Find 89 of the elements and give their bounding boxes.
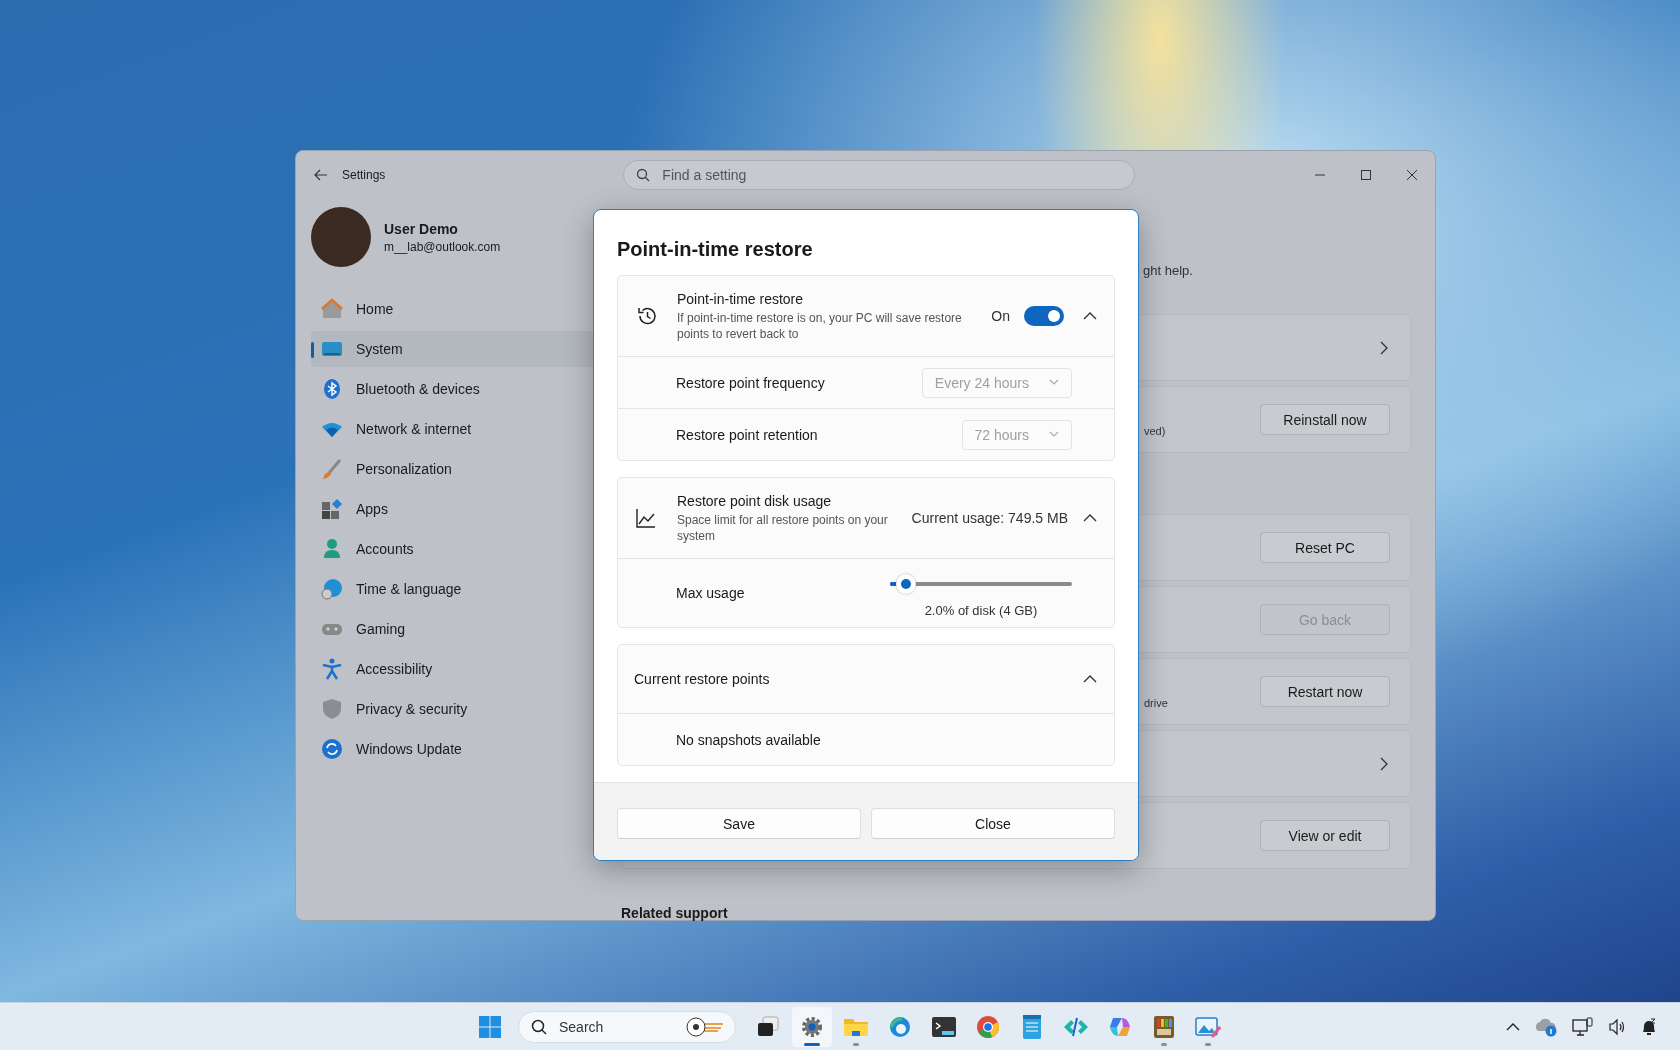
nav-item[interactable]: Apps (311, 491, 593, 527)
chevron-right-icon[interactable] (1380, 756, 1388, 771)
toggle-state-label: On (991, 308, 1010, 324)
chevron-up-icon[interactable] (1506, 1021, 1520, 1032)
accessibility-icon (321, 658, 343, 680)
setting-description: ved) (1144, 424, 1166, 437)
person-icon (321, 538, 343, 560)
setting-title: Restore point disk usage (677, 492, 833, 509)
nav-item[interactable]: Accessibility (311, 651, 593, 687)
nav-item[interactable]: Time & language (311, 571, 593, 607)
cloud-info-icon[interactable] (1534, 1016, 1558, 1037)
speaker-icon[interactable] (1608, 1017, 1626, 1036)
user-email: m__lab@outlook.com (384, 239, 501, 254)
user-name: User Demo (384, 220, 459, 237)
action-button[interactable]: Reinstall now (1260, 404, 1390, 435)
striped-app-icon (1153, 1014, 1175, 1039)
action-button[interactable]: Reset PC (1260, 532, 1390, 563)
section-title: Current restore points (634, 671, 771, 687)
toggle-switch[interactable] (1024, 306, 1064, 326)
bluetooth-icon (321, 378, 343, 400)
apps-icon (321, 498, 343, 520)
line-chart-icon (636, 508, 656, 528)
search-placeholder: Search (559, 1018, 604, 1035)
running-indicator (1161, 1042, 1167, 1046)
slider-thumb[interactable] (896, 574, 917, 594)
chevron-down-icon (1049, 431, 1059, 438)
nav-item[interactable]: Privacy & security (311, 691, 593, 727)
nav-item[interactable]: Bluetooth & devices (311, 371, 593, 407)
close-icon[interactable] (1406, 169, 1418, 181)
chevron-up-icon[interactable] (1082, 512, 1098, 524)
dialog-button[interactable]: Save (617, 808, 861, 839)
nav-item[interactable]: Personalization (311, 451, 593, 487)
bell-sleep-icon[interactable] (1640, 1016, 1658, 1037)
window-title: Settings (342, 168, 386, 182)
search-placeholder: Find a setting (662, 167, 747, 183)
slider[interactable] (890, 574, 1072, 594)
setting-label: Restore point retention (676, 426, 818, 443)
section-heading: Related support (621, 905, 729, 921)
back-arrow-icon[interactable] (314, 169, 328, 181)
setting-description: If point-in-time restore is on, your PC will save restore points to revert back to (677, 309, 963, 342)
soccer-ball-icon (685, 1015, 725, 1038)
brush-icon (321, 458, 343, 480)
gear-icon (800, 1014, 824, 1039)
settings-search-field[interactable]: Find a setting (623, 160, 1136, 190)
task-view-icon (756, 1014, 780, 1039)
action-button[interactable]: View or edit (1260, 820, 1390, 851)
usage-text: Current usage: 749.5 MB (911, 510, 1068, 526)
nav-item[interactable]: System (311, 331, 593, 367)
terminal-icon (931, 1015, 957, 1038)
search-icon (636, 168, 651, 182)
shield-icon (321, 698, 343, 720)
sync-icon (321, 738, 343, 760)
setting-label: Max usage (676, 585, 745, 601)
chevron-up-icon[interactable] (1082, 310, 1098, 322)
active-indicator (804, 1042, 820, 1046)
slider-value: 2.0% of disk (4 GB) (924, 603, 1038, 618)
search-icon (531, 1018, 547, 1035)
four-squares-icon (479, 1015, 501, 1038)
setting-description: Space limit for all restore points on your system (677, 511, 889, 544)
nav-item[interactable]: Home (311, 291, 593, 327)
chevron-down-icon (1049, 379, 1059, 386)
empty-message: No snapshots available (618, 713, 1114, 765)
picture-edit-icon (1195, 1014, 1221, 1039)
nav-item[interactable]: Windows Update (311, 731, 593, 767)
notepad-icon (1021, 1013, 1043, 1040)
dialog-button[interactable]: Close (871, 808, 1115, 839)
history-icon (636, 305, 658, 327)
round-browser-icon (976, 1014, 1000, 1039)
description-text: ght help. (1142, 263, 1194, 279)
chevron-right-icon[interactable] (1380, 340, 1388, 355)
avatar (311, 207, 371, 267)
nav-item[interactable]: Gaming (311, 611, 593, 647)
setting-label: Restore point frequency (676, 374, 825, 391)
browser-swirl-icon (888, 1014, 912, 1039)
nav-item[interactable]: Network & internet (311, 411, 593, 447)
running-indicator (1205, 1042, 1211, 1046)
running-indicator (853, 1042, 859, 1046)
action-button[interactable]: Restart now (1260, 676, 1390, 707)
nav-item[interactable]: Accounts (311, 531, 593, 567)
network-monitor-icon[interactable] (1572, 1016, 1594, 1037)
taskbar-search-field[interactable]: Search (518, 1010, 736, 1043)
dialog-title: Point-in-time restore (617, 238, 814, 262)
selection-indicator (311, 342, 314, 358)
setting-description: drive (1144, 696, 1168, 709)
globe-clock-icon (321, 578, 343, 600)
maximize-icon[interactable] (1360, 169, 1372, 181)
chevron-up-icon[interactable] (1082, 673, 1098, 685)
setting-title: Point-in-time restore (677, 290, 805, 307)
house-icon (321, 298, 343, 320)
